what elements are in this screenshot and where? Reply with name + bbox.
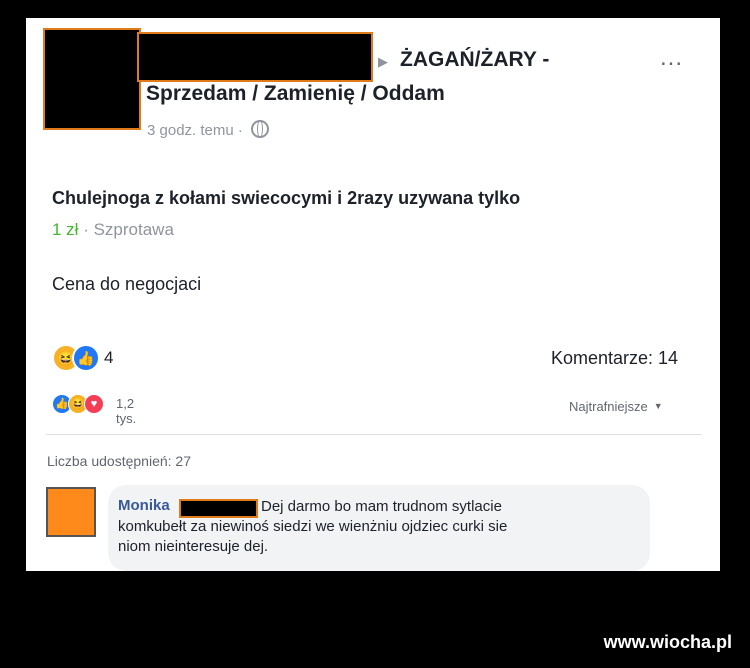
group-name-link[interactable]: ŻAGAŃ/ŻARY -	[400, 48, 549, 72]
commenter-avatar[interactable]	[46, 487, 96, 537]
redacted-author-name	[137, 32, 373, 82]
comment-bubble: Dej darmo bo mam trudnom sytlacie komkub…	[108, 485, 650, 571]
comment-sort-dropdown[interactable]: Najtrafniejsze ▼	[569, 399, 663, 414]
sort-label: Najtrafniejsze	[569, 399, 648, 414]
redacted-surname	[179, 499, 258, 518]
listing-price: 1 zł	[52, 220, 79, 239]
post-timestamp: 3 godz. temu ·	[147, 120, 270, 139]
comments-count-link[interactable]: Komentarze: 14	[551, 348, 678, 369]
redacted-avatar	[43, 28, 141, 130]
more-options-button[interactable]: ...	[660, 44, 683, 72]
group-name-link-continued[interactable]: Sprzedam / Zamienię / Oddam	[146, 82, 445, 106]
comment-text-line3: niom nieinteresuje dej.	[118, 538, 269, 555]
listing-location[interactable]: · Szprotawa	[78, 220, 174, 239]
listing-price-line: 1 zł · Szprotawa	[52, 220, 174, 240]
reaction-count: 4	[104, 348, 114, 367]
comment-text-line2: komkubełt za niewinoś siedzi we wienżniu…	[118, 518, 508, 535]
caret-down-icon: ▼	[653, 401, 663, 411]
love-icon: ♥	[84, 394, 104, 414]
site-watermark: www.wiocha.pl	[603, 632, 732, 652]
divider	[46, 434, 702, 435]
timestamp-text[interactable]: 3 godz. temu ·	[147, 122, 243, 139]
like-icon: 👍	[72, 344, 100, 372]
listing-description: Cena do negocjaci	[52, 274, 202, 294]
comment-author-name[interactable]: Monika	[118, 497, 170, 514]
globe-icon	[251, 120, 270, 138]
shares-count[interactable]: Liczba udostępnień: 27	[47, 453, 191, 469]
post-card: ▶ ŻAGAŃ/ŻARY - Sprzedam / Zamienię / Odd…	[26, 18, 720, 571]
arrow-right-icon: ▶	[378, 54, 388, 69]
listing-title: Chulejnoga z kołami swiecocymi i 2razy u…	[52, 188, 521, 208]
comment-text-line1: Dej darmo bo mam trudnom sytlacie	[261, 498, 502, 515]
secondary-reaction-count: 1,2 tys.	[116, 396, 137, 426]
